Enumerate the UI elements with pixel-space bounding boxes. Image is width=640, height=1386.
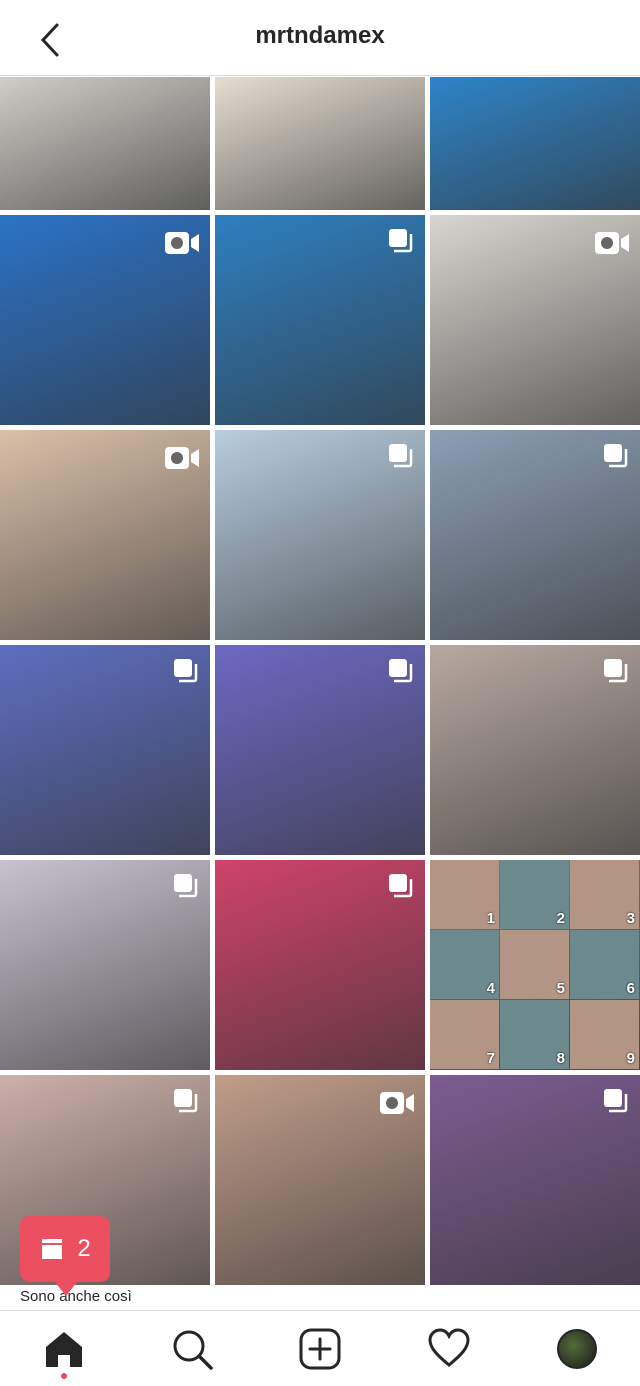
- tab-activity[interactable]: [423, 1323, 475, 1375]
- post-thumbnail[interactable]: [430, 215, 640, 425]
- collage-number: 2: [556, 910, 565, 927]
- carousel-icon: [174, 1089, 198, 1113]
- notification-dot: [61, 1373, 67, 1379]
- collage-cell: 8: [500, 1000, 569, 1069]
- collage-cell: 7: [430, 1000, 499, 1069]
- popup-count: 2: [77, 1235, 91, 1262]
- post-thumbnail[interactable]: [215, 215, 425, 425]
- post-thumbnail[interactable]: [215, 645, 425, 855]
- collage-cell: 9: [570, 1000, 639, 1069]
- post-thumbnail[interactable]: [215, 860, 425, 1070]
- collage-number: 7: [486, 1050, 495, 1067]
- collage-cell: 3: [570, 860, 639, 929]
- collage-cell: 1: [430, 860, 499, 929]
- video-icon: [165, 232, 199, 254]
- add-post-icon: [299, 1328, 341, 1370]
- post-thumbnail[interactable]: [0, 860, 210, 1070]
- post-thumbnail[interactable]: [430, 430, 640, 640]
- post-thumbnail[interactable]: [0, 645, 210, 855]
- post-thumbnail[interactable]: [0, 430, 210, 640]
- post-thumbnail[interactable]: [215, 430, 425, 640]
- activity-popup[interactable]: 2: [20, 1216, 110, 1296]
- collage-number: 1: [486, 910, 495, 927]
- home-icon: [46, 1332, 82, 1367]
- collage-cell: 2: [500, 860, 569, 929]
- post-thumbnail[interactable]: [430, 1075, 640, 1285]
- collage-number: 4: [486, 980, 495, 997]
- carousel-icon: [604, 444, 628, 468]
- carousel-icon: [389, 444, 413, 468]
- post-thumbnail[interactable]: [0, 215, 210, 425]
- collage-number: 9: [626, 1050, 635, 1067]
- carousel-icon: [389, 659, 413, 683]
- tab-profile[interactable]: [551, 1323, 603, 1375]
- bottom-tab-bar: [0, 1310, 640, 1386]
- post-thumbnail[interactable]: 1 2 3 4 5 6 7 8 9: [430, 860, 640, 1070]
- posts-stack-icon: [42, 1239, 63, 1259]
- video-icon: [380, 1092, 414, 1114]
- heart-icon: [428, 1328, 470, 1367]
- search-icon: [173, 1330, 213, 1370]
- post-thumbnail[interactable]: [215, 77, 425, 210]
- carousel-icon: [174, 659, 198, 683]
- video-icon: [595, 232, 629, 254]
- top-bar: mrtndamex: [0, 0, 640, 76]
- collage-cell: 5: [500, 930, 569, 999]
- post-thumbnail[interactable]: [0, 77, 210, 210]
- collage-number: 6: [626, 980, 635, 997]
- collage-number: 3: [626, 910, 635, 927]
- post-thumbnail[interactable]: [430, 77, 640, 210]
- carousel-icon: [604, 1089, 628, 1113]
- post-thumbnail[interactable]: [430, 645, 640, 855]
- collage-cell: 6: [570, 930, 639, 999]
- carousel-icon: [389, 874, 413, 898]
- post-thumbnail[interactable]: [215, 1075, 425, 1285]
- profile-avatar: [557, 1329, 597, 1369]
- collage-number: 5: [556, 980, 565, 997]
- post-grid: 1 2 3 4 5 6 7 8 9: [0, 77, 640, 1310]
- tab-home[interactable]: [38, 1323, 90, 1375]
- collage-cell: 4: [430, 930, 499, 999]
- tab-search[interactable]: [166, 1323, 218, 1375]
- carousel-icon: [174, 874, 198, 898]
- carousel-icon: [389, 229, 413, 253]
- video-icon: [165, 447, 199, 469]
- carousel-icon: [604, 659, 628, 683]
- tab-create[interactable]: [294, 1323, 346, 1375]
- page-title: mrtndamex: [255, 22, 385, 49]
- collage-number: 8: [556, 1050, 565, 1067]
